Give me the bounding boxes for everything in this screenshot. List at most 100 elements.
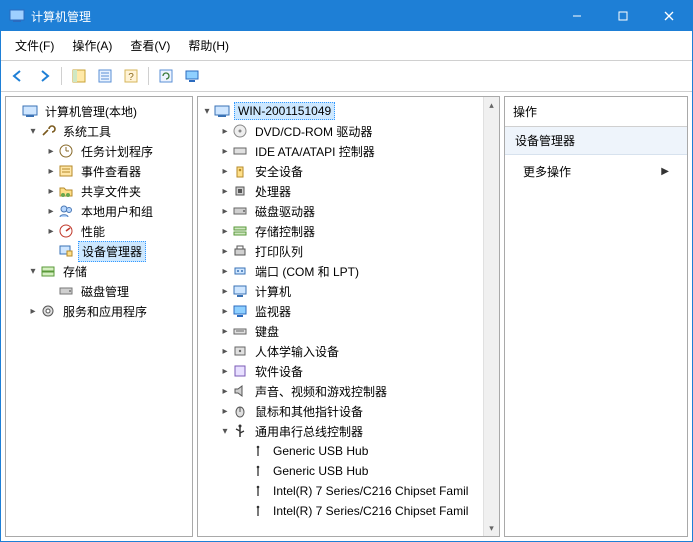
software-icon [232,363,248,379]
menu-action[interactable]: 操作(A) [64,35,120,56]
refresh-button[interactable] [155,65,177,87]
expand-icon[interactable]: ▸ [218,346,232,357]
expand-icon[interactable]: ▸ [26,306,40,317]
device-usb-item[interactable]: Intel(R) 7 Series/C216 Chipset Famil [236,501,481,521]
tree-root[interactable]: 计算机管理(本地) ▾ 系统工具 [8,101,190,321]
help-button[interactable]: ? [120,65,142,87]
collapse-icon[interactable]: ▾ [26,266,40,277]
device-security[interactable]: ▸安全设备 [218,161,481,181]
collapse-icon[interactable]: ▾ [26,126,40,137]
vertical-scrollbar[interactable]: ▴ ▾ [483,97,499,536]
device-usb-item[interactable]: Generic USB Hub [236,461,481,481]
maximize-button[interactable] [600,1,646,31]
usb-device-icon [250,463,266,479]
menu-file[interactable]: 文件(F) [7,35,62,56]
menu-view[interactable]: 查看(V) [122,35,178,56]
device-mice[interactable]: ▸鼠标和其他指针设备 [218,401,481,421]
device-software[interactable]: ▸ 软件设备 [218,361,481,381]
tree-storage[interactable]: ▾ 存储 磁盘管理 [26,261,190,301]
device-usb[interactable]: ▾ 通用串行总线控制器 Generic USB Hub Generic USB … [218,421,481,521]
expand-icon[interactable]: ▸ [44,206,58,217]
expand-icon[interactable]: ▸ [44,166,58,177]
expand-icon[interactable]: ▸ [218,286,232,297]
tree-disk-management[interactable]: 磁盘管理 [44,281,190,301]
device-root[interactable]: ▾ WIN-2001151049 ▸DVD/CD-ROM 驱动器 ▸IDE AT… [200,101,481,521]
device-tree[interactable]: ▾ WIN-2001151049 ▸DVD/CD-ROM 驱动器 ▸IDE AT… [198,97,499,525]
device-keyboards[interactable]: ▸键盘 [218,321,481,341]
tree-local-users[interactable]: ▸ 本地用户和组 [44,201,190,221]
device-computer[interactable]: ▸ 计算机 [218,281,481,301]
expand-icon[interactable]: ▸ [218,146,232,157]
printer-icon [232,243,248,259]
back-button[interactable] [7,65,29,87]
device-software-label: 软件设备 [252,362,306,381]
show-hide-tree-button[interactable] [68,65,90,87]
tree-performance[interactable]: ▸ 性能 [44,221,190,241]
collapse-icon[interactable]: ▾ [218,426,232,437]
titlebar: 计算机管理 [1,1,692,31]
services-icon [40,303,56,319]
device-monitors[interactable]: ▸监视器 [218,301,481,321]
device-dvd[interactable]: ▸DVD/CD-ROM 驱动器 [218,121,481,141]
device-usb-item[interactable]: Intel(R) 7 Series/C216 Chipset Famil [236,481,481,501]
device-storage-controllers[interactable]: ▸存储控制器 [218,221,481,241]
computer-icon [232,283,248,299]
device-print-queues[interactable]: ▸打印队列 [218,241,481,261]
tree-services-apps[interactable]: ▸ 服务和应用程序 [26,301,190,321]
expand-icon[interactable]: ▸ [218,246,232,257]
menu-help[interactable]: 帮助(H) [180,35,237,56]
usb-device-icon [250,503,266,519]
expand-icon[interactable]: ▸ [218,126,232,137]
expand-icon[interactable]: ▸ [44,226,58,237]
tree-shared-folders[interactable]: ▸ 共享文件夹 [44,181,190,201]
actions-header-label: 操作 [513,105,537,119]
collapse-icon[interactable]: ▾ [200,106,214,117]
device-computer-label: 计算机 [252,282,294,301]
cpu-icon [232,183,248,199]
actions-pane: 操作 设备管理器 更多操作 ▶ [504,96,688,537]
clock-icon [58,143,74,159]
console-tree[interactable]: 计算机管理(本地) ▾ 系统工具 [6,97,192,325]
expand-icon[interactable]: ▸ [218,166,232,177]
tree-event-viewer[interactable]: ▸ 事件查看器 [44,161,190,181]
actions-group-label: 设备管理器 [515,134,575,148]
device-audio[interactable]: ▸声音、视频和游戏控制器 [218,381,481,401]
usb-icon [232,423,248,439]
device-processors[interactable]: ▸处理器 [218,181,481,201]
device-usb-item-label: Intel(R) 7 Series/C216 Chipset Famil [270,503,471,519]
expand-icon[interactable]: ▸ [218,326,232,337]
expand-icon[interactable]: ▸ [218,306,232,317]
expand-icon[interactable]: ▸ [218,366,232,377]
expand-icon[interactable]: ▸ [218,226,232,237]
expand-icon[interactable]: ▸ [218,186,232,197]
expand-icon[interactable]: ▸ [218,406,232,417]
tree-system-tools[interactable]: ▾ 系统工具 ▸ 任务计划程序 [26,121,190,261]
tree-task-scheduler[interactable]: ▸ 任务计划程序 [44,141,190,161]
shared-folder-icon [58,183,74,199]
device-ide[interactable]: ▸IDE ATA/ATAPI 控制器 [218,141,481,161]
toolbar: ? [1,61,692,92]
monitor-button[interactable] [181,65,203,87]
window-buttons [554,1,692,31]
expand-icon[interactable]: ▸ [218,266,232,277]
forward-button[interactable] [33,65,55,87]
expand-icon[interactable]: ▸ [44,186,58,197]
tree-device-manager[interactable]: 设备管理器 [44,241,190,261]
expand-icon[interactable]: ▸ [44,146,58,157]
properties-button[interactable] [94,65,116,87]
scroll-down-icon[interactable]: ▾ [484,520,499,536]
device-disk-drives[interactable]: ▸磁盘驱动器 [218,201,481,221]
device-ports[interactable]: ▸端口 (COM 和 LPT) [218,261,481,281]
actions-more-label: 更多操作 [523,163,571,180]
minimize-button[interactable] [554,1,600,31]
scroll-up-icon[interactable]: ▴ [484,97,499,113]
device-hid[interactable]: ▸人体学输入设备 [218,341,481,361]
device-usb-item[interactable]: Generic USB Hub [236,441,481,461]
expand-icon[interactable]: ▸ [218,206,232,217]
ports-icon [232,263,248,279]
actions-more[interactable]: 更多操作 ▶ [505,155,687,188]
expand-icon[interactable]: ▸ [218,386,232,397]
close-button[interactable] [646,1,692,31]
menu-help-label: 帮助(H) [188,39,229,53]
tree-services-apps-label: 服务和应用程序 [60,302,150,321]
